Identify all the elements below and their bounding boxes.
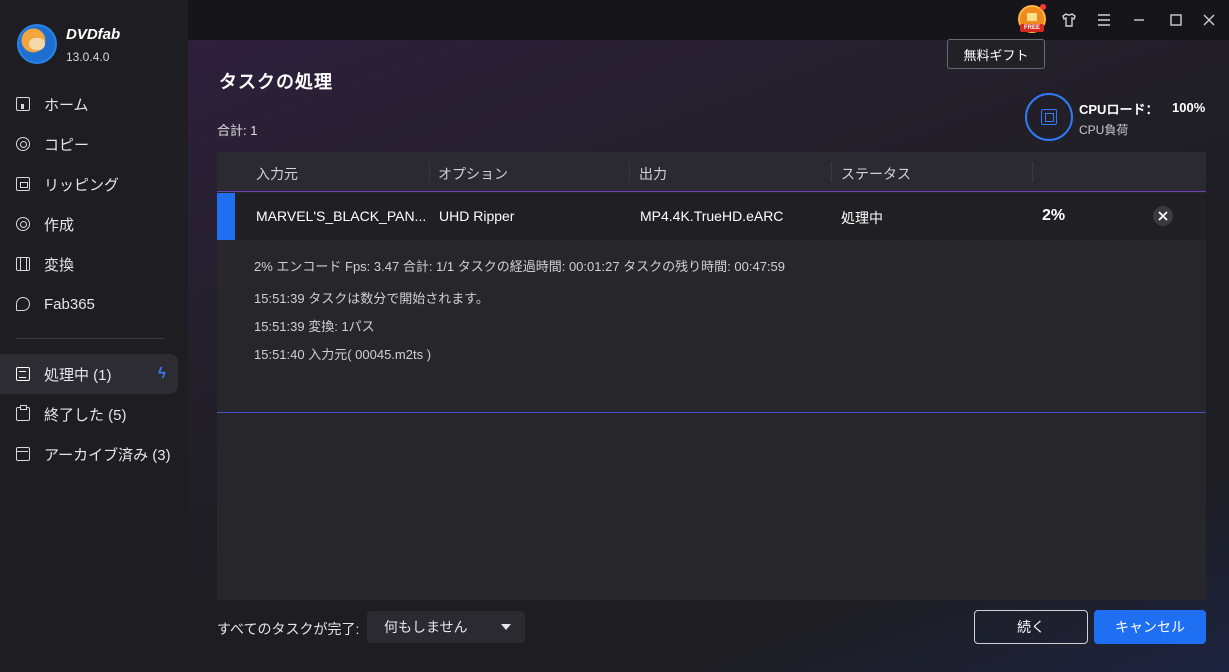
- task-detail-log: 2% エンコード Fps: 3.47 合計: 1/1 タスクの経過時間: 00:…: [217, 240, 1206, 413]
- continue-button[interactable]: 続く: [974, 610, 1088, 644]
- menu-icon[interactable]: [1092, 8, 1116, 32]
- remove-task-button[interactable]: [1153, 206, 1173, 226]
- sidebar-divider: [16, 338, 164, 339]
- table-header: 入力元 オプション 出力 ステータス: [217, 152, 1206, 192]
- sidebar-item-create[interactable]: 作成: [0, 204, 188, 244]
- on-complete-label: すべてのタスクが完了:: [217, 621, 360, 637]
- minimize-icon[interactable]: [1127, 8, 1151, 32]
- page-title: タスクの処理: [219, 72, 333, 92]
- on-complete-select-value: 何もしません: [384, 619, 468, 635]
- cpu-load-sub: CPU負荷: [1079, 123, 1129, 137]
- cpu-chip-icon: [1041, 109, 1057, 125]
- sidebar-item-label: 処理中 (1): [44, 366, 112, 384]
- archive-icon: [16, 447, 30, 461]
- sidebar-item-archived[interactable]: アーカイブ済み (3): [0, 434, 188, 474]
- sidebar-item-fab365[interactable]: Fab365: [0, 284, 188, 324]
- disc-icon: [16, 137, 30, 151]
- sidebar-item-finished[interactable]: 終了した (5): [0, 394, 188, 434]
- column-header-output: 出力: [639, 166, 667, 182]
- task-option: UHD Ripper: [439, 208, 515, 224]
- sidebar-item-label: 終了した (5): [44, 406, 127, 424]
- on-complete-select[interactable]: 何もしません: [367, 611, 525, 643]
- free-badge: FREE: [1020, 24, 1044, 32]
- film-icon: [16, 257, 30, 271]
- task-total: 合計: 1: [217, 123, 258, 138]
- app-window: DVDfab 13.0.4.0 ホーム コピー リッピング 作成 変換 Fab3…: [0, 0, 1229, 672]
- sidebar-item-label: アーカイブ済み (3): [44, 446, 171, 464]
- task-progress: 2%: [1042, 207, 1066, 224]
- log-line: 15:51:39 タスクは数分で開始されます。: [254, 291, 489, 306]
- column-separator: [629, 162, 630, 182]
- column-header-status: ステータス: [841, 166, 911, 182]
- sidebar-item-label: コピー: [44, 136, 90, 154]
- shirt-icon[interactable]: [1057, 8, 1081, 32]
- row-selection-marker: [217, 193, 235, 240]
- progress-summary: 2% エンコード Fps: 3.47 合計: 1/1 タスクの経過時間: 00:…: [254, 259, 785, 274]
- column-header-option: オプション: [438, 166, 508, 182]
- lightning-icon: ϟ: [158, 365, 166, 382]
- maximize-icon[interactable]: [1164, 8, 1188, 32]
- task-table: 入力元 オプション 出力 ステータス MARVEL'S_BLACK_PAN...…: [217, 152, 1206, 600]
- table-row[interactable]: MARVEL'S_BLACK_PAN... UHD Ripper MP4.4K.…: [217, 193, 1206, 240]
- sidebar-item-label: ホーム: [44, 96, 89, 114]
- app-name: DVDfab: [66, 26, 121, 43]
- column-separator: [429, 162, 430, 182]
- app-version: 13.0.4.0: [66, 50, 110, 64]
- sidebar-item-copy[interactable]: コピー: [0, 124, 188, 164]
- sidebar: DVDfab 13.0.4.0 ホーム コピー リッピング 作成 変換 Fab3…: [0, 0, 188, 672]
- log-line: 15:51:39 変換: 1パス: [254, 319, 375, 334]
- sidebar-item-convert[interactable]: 変換: [0, 244, 188, 284]
- gift-tooltip: 無料ギフト: [947, 39, 1045, 69]
- close-icon: [1158, 211, 1168, 221]
- task-output: MP4.4K.TrueHD.eARC: [640, 208, 784, 224]
- clipboard-icon: [16, 405, 30, 421]
- sidebar-item-ripping[interactable]: リッピング: [0, 164, 188, 204]
- folder-icon: [16, 177, 30, 191]
- cpu-load-value: 100%: [1172, 100, 1206, 115]
- task-source: MARVEL'S_BLACK_PAN...: [256, 208, 427, 224]
- fab365-icon: [16, 297, 30, 311]
- column-header-source: 入力元: [256, 166, 298, 182]
- column-separator: [1032, 162, 1033, 182]
- task-status: 処理中: [841, 210, 883, 226]
- column-separator: [831, 162, 832, 182]
- sidebar-item-home[interactable]: ホーム: [0, 84, 188, 124]
- disc-icon: [16, 217, 30, 231]
- sidebar-item-label: 変換: [44, 256, 75, 274]
- cpu-load-label: CPUロード：: [1079, 102, 1159, 117]
- dvdfab-logo: [17, 24, 57, 64]
- cancel-button[interactable]: キャンセル: [1094, 610, 1206, 644]
- sidebar-item-label: 作成: [44, 216, 75, 234]
- task-list-icon: [16, 367, 30, 381]
- sidebar-item-label: Fab365: [44, 295, 95, 313]
- caret-down-icon: [501, 624, 511, 630]
- sidebar-item-processing[interactable]: 処理中 (1): [0, 354, 178, 394]
- home-icon: [16, 97, 30, 111]
- notification-dot: [1040, 4, 1046, 10]
- sidebar-item-label: リッピング: [44, 176, 120, 194]
- close-window-icon[interactable]: [1197, 8, 1221, 32]
- log-line: 15:51:40 入力元( 00045.m2ts ): [254, 347, 432, 362]
